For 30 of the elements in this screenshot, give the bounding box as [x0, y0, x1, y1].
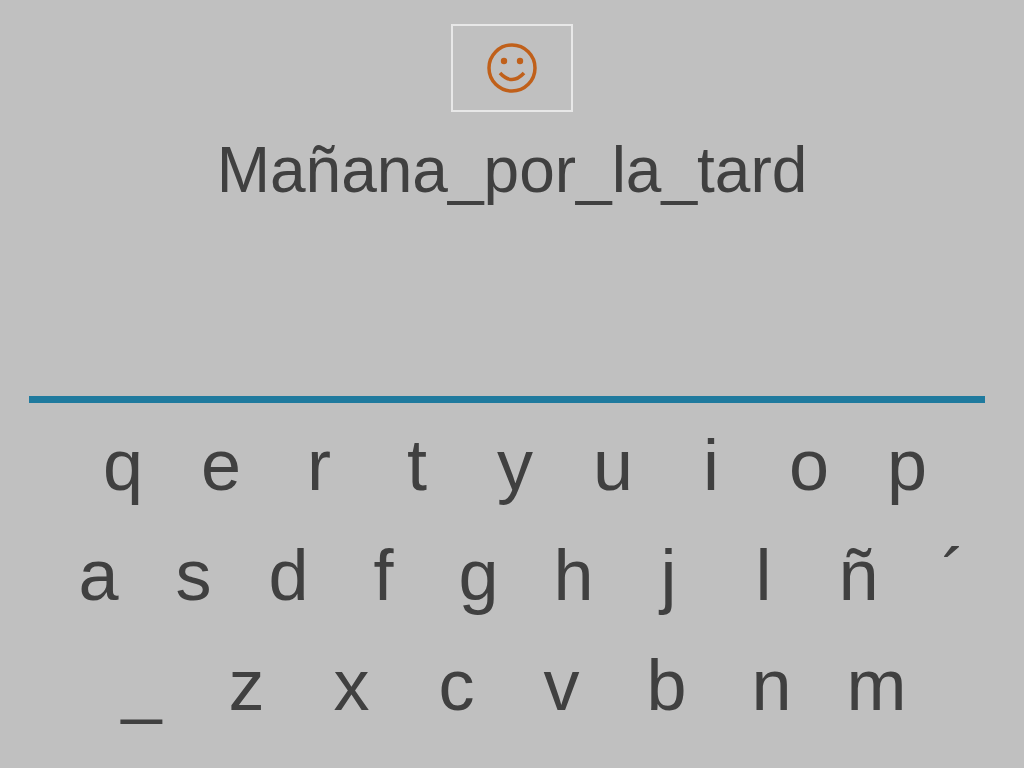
key[interactable]: g [431, 535, 526, 615]
key[interactable]: f [336, 535, 431, 615]
key[interactable]: p [858, 425, 956, 505]
smiley-icon [486, 42, 538, 94]
key[interactable]: a [51, 535, 146, 615]
key[interactable]: x [299, 645, 404, 725]
key[interactable]: ´ [906, 535, 1001, 615]
key[interactable]: d [241, 535, 336, 615]
key[interactable]: o [760, 425, 858, 505]
key[interactable]: i [662, 425, 760, 505]
key[interactable]: z [194, 645, 299, 725]
key[interactable]: _ [89, 645, 194, 725]
key[interactable]: q [74, 425, 172, 505]
hint-button[interactable] [451, 24, 573, 112]
key[interactable]: b [614, 645, 719, 725]
key[interactable]: h [526, 535, 621, 615]
key[interactable]: t [368, 425, 466, 505]
key[interactable]: j [621, 535, 716, 615]
key[interactable]: n [719, 645, 824, 725]
key[interactable]: u [564, 425, 662, 505]
key[interactable]: y [466, 425, 564, 505]
answer-text: Mañana_por_la_tard [216, 134, 808, 206]
key[interactable]: e [172, 425, 270, 505]
key[interactable]: m [824, 645, 929, 725]
key[interactable]: l [716, 535, 811, 615]
key[interactable]: s [146, 535, 241, 615]
key[interactable]: v [509, 645, 614, 725]
key[interactable]: r [270, 425, 368, 505]
key[interactable]: c [404, 645, 509, 725]
key[interactable]: ñ [811, 535, 906, 615]
